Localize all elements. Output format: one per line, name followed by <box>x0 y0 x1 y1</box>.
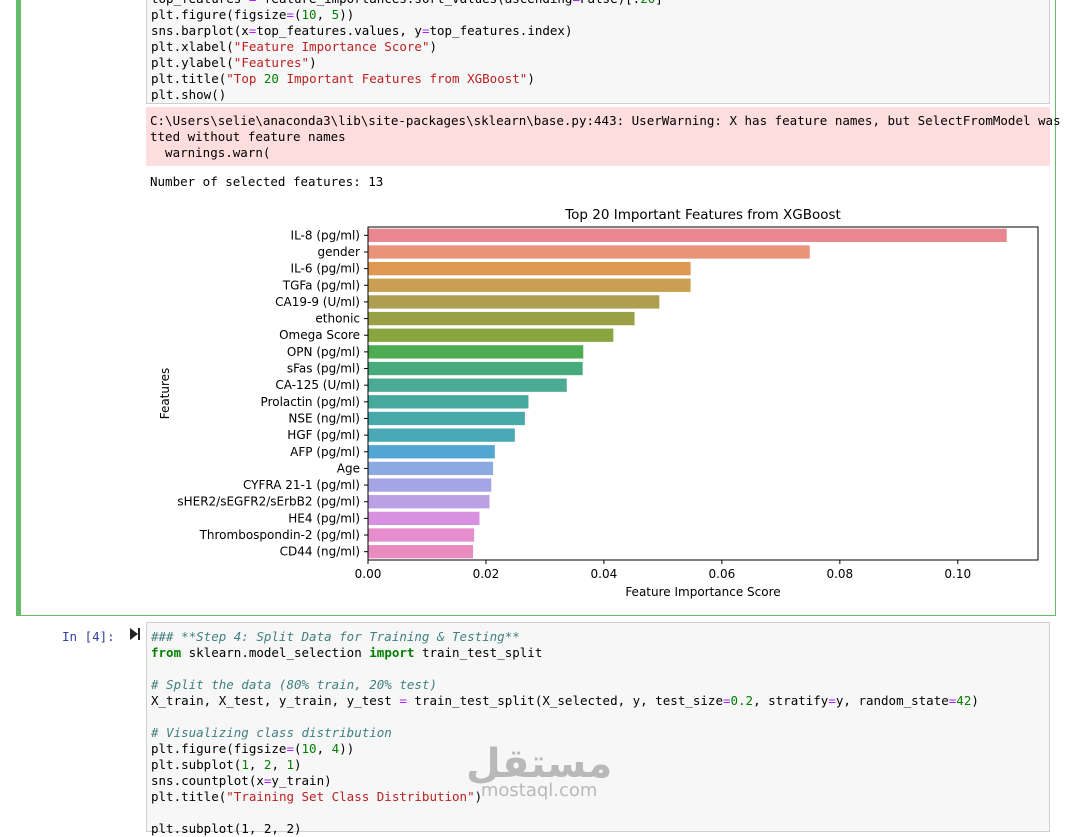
y-tick-label: CA19-9 (U/ml) <box>275 295 360 309</box>
y-tick-label: sFas (pg/ml) <box>287 362 360 376</box>
bar <box>368 328 614 342</box>
y-tick-label: TGFa (pg/ml) <box>282 278 360 292</box>
cell-prompt: In [4]: <box>62 629 115 644</box>
x-tick-label: 0.06 <box>709 567 736 581</box>
bar <box>368 261 691 276</box>
bar <box>368 311 635 326</box>
bar <box>368 545 473 559</box>
y-tick-label: IL-6 (pg/ml) <box>291 262 360 276</box>
y-tick-label: sHER2/sEGFR2/sErbB2 (pg/ml) <box>177 495 360 509</box>
bar <box>368 478 492 492</box>
bar <box>368 295 660 309</box>
stderr-line: tted without feature names <box>150 129 346 144</box>
x-tick-label: 0.02 <box>473 567 500 581</box>
bar <box>368 278 691 292</box>
y-tick-label: NSE (ng/ml) <box>288 411 360 425</box>
code-line: top_features = feature_importances.sort_… <box>151 0 663 7</box>
bar-chart: Top 20 Important Features from XGBoost IL… <box>146 198 1050 611</box>
bar <box>368 245 810 259</box>
y-tick-label: ethonic <box>315 312 360 326</box>
y-tick-label: Age <box>337 461 360 475</box>
y-tick-label: IL-8 (pg/ml) <box>291 228 360 242</box>
chart-title: Top 20 Important Features from XGBoost <box>564 207 841 223</box>
code-line: # Visualizing class distribution <box>151 725 392 740</box>
run-cell-icon[interactable] <box>130 628 140 643</box>
code-line: plt.ylabel("Features") <box>151 55 317 70</box>
y-tick-label: Omega Score <box>279 328 360 342</box>
code-editor[interactable]: ### **Step 4: Split Data for Training & … <box>151 629 979 837</box>
y-tick-label: HE4 (pg/ml) <box>288 511 360 525</box>
y-tick-label: gender <box>317 245 360 259</box>
y-tick-label: CA-125 (U/ml) <box>275 378 360 392</box>
x-tick-label: 0.04 <box>591 567 618 581</box>
bar <box>368 461 494 476</box>
bar <box>368 495 490 509</box>
code-line: ### **Step 4: Split Data for Training & … <box>151 629 520 644</box>
y-tick-label: HGF (pg/ml) <box>287 428 360 442</box>
y-tick-label: CD44 (ng/ml) <box>280 545 360 559</box>
bar <box>368 428 515 442</box>
stderr-output: C:\Users\selie\anaconda3\lib\site-packag… <box>146 107 1061 166</box>
code-input-cell-1[interactable]: top_features = feature_importances.sort_… <box>146 0 1050 104</box>
chart-svg: Top 20 Important Features from XGBoost IL… <box>158 207 1039 599</box>
y-tick-label: OPN (pg/ml) <box>287 345 360 359</box>
y-tick-label: CYFRA 21-1 (pg/ml) <box>243 478 360 492</box>
bar <box>368 345 584 359</box>
bar <box>368 228 1007 242</box>
watermark-latin: mostaql.com <box>480 780 598 801</box>
code-line: sns.barplot(x=top_features.values, y=top… <box>151 23 573 38</box>
bar <box>368 528 475 542</box>
x-axis-label: Feature Importance Score <box>625 585 780 599</box>
code-line: # Split the data (80% train, 20% test) <box>151 677 437 692</box>
code-line: plt.show() <box>151 87 227 102</box>
x-tick-label: 0.10 <box>944 567 971 581</box>
watermark-logo: مستقل mostaql.com <box>466 742 612 800</box>
code-line: plt.title("Top 20 Important Features fro… <box>151 71 535 86</box>
bar <box>368 411 525 426</box>
plot-frame <box>367 226 1039 561</box>
stderr-line: C:\Users\selie\anaconda3\lib\site-packag… <box>150 113 1068 128</box>
code-editor[interactable]: top_features = feature_importances.sort_… <box>151 0 663 103</box>
y-tick-label: Thrombospondin-2 (pg/ml) <box>199 528 360 542</box>
stdout-output: Number of selected features: 13 <box>150 174 384 189</box>
code-input-cell-2[interactable]: ### **Step 4: Split Data for Training & … <box>146 622 1050 836</box>
code-line: plt.xlabel("Feature Importance Score") <box>151 39 437 54</box>
x-tick-label: 0.00 <box>355 567 382 581</box>
code-line: X_train, X_test, y_train, y_test = train… <box>151 693 979 708</box>
y-tick-label: Prolactin (pg/ml) <box>261 395 360 409</box>
bar <box>368 511 480 526</box>
x-tick-label: 0.08 <box>826 567 853 581</box>
bar <box>368 445 495 459</box>
code-line: plt.subplot(1, 2, 2) <box>151 821 302 836</box>
stderr-line: warnings.warn( <box>150 145 271 160</box>
code-line: plt.figure(figsize=(10, 5)) <box>151 7 355 22</box>
bar <box>368 378 567 392</box>
y-tick-label: AFP (pg/ml) <box>290 445 360 459</box>
bar <box>368 395 529 409</box>
y-axis-label: Features <box>158 368 172 420</box>
code-line: from sklearn.model_selection import trai… <box>151 645 543 660</box>
bar <box>368 361 583 376</box>
